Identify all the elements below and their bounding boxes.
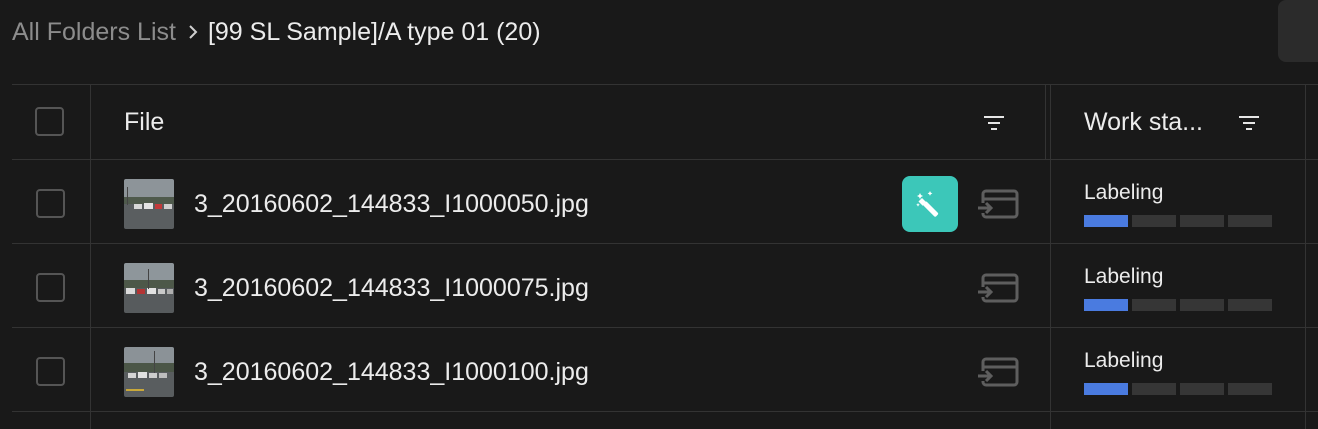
breadcrumb-current-folder: [99 SL Sample]/A type 01 (20) [207, 17, 541, 46]
column-divider [1050, 85, 1051, 429]
row-checkbox[interactable] [36, 357, 65, 386]
progress-segment [1228, 215, 1272, 227]
progress-segment [1180, 383, 1224, 395]
work-progress-bar [1084, 299, 1273, 311]
work-status-label: Labeling [1084, 265, 1164, 288]
breadcrumb-root-link[interactable]: All Folders List [12, 18, 176, 47]
send-to-icon[interactable] [977, 273, 1019, 305]
progress-segment [1132, 383, 1176, 395]
progress-segment [1132, 215, 1176, 227]
progress-segment [1228, 383, 1272, 395]
row-divider [12, 411, 1318, 412]
row-divider [12, 327, 1318, 328]
progress-segment [1084, 215, 1128, 227]
file-thumbnail[interactable] [124, 179, 174, 229]
send-to-icon[interactable] [977, 189, 1019, 221]
breadcrumb: All Folders List [99 SL Sample]/A type 0… [12, 14, 541, 50]
filter-icon[interactable] [1239, 115, 1259, 131]
progress-segment [1180, 299, 1224, 311]
work-progress-bar [1084, 383, 1273, 395]
select-all-checkbox[interactable] [35, 107, 64, 136]
file-thumbnail[interactable] [124, 263, 174, 313]
work-status-label: Labeling [1084, 349, 1164, 372]
progress-segment [1180, 215, 1224, 227]
column-divider [90, 85, 91, 429]
row-checkbox[interactable] [36, 189, 65, 218]
column-resize-handle[interactable] [1045, 85, 1046, 159]
filter-icon[interactable] [984, 115, 1004, 131]
file-thumbnail[interactable] [124, 347, 174, 397]
chevron-right-icon [188, 24, 198, 40]
row-divider [12, 243, 1318, 244]
column-header-file[interactable]: File [124, 107, 164, 137]
progress-segment [1228, 299, 1272, 311]
progress-segment [1084, 299, 1128, 311]
auto-label-button[interactable] [902, 176, 958, 232]
send-to-icon[interactable] [977, 357, 1019, 389]
file-table: File Work sta... 3_20160602_144833_I1000… [12, 84, 1318, 429]
progress-segment [1132, 299, 1176, 311]
progress-segment [1084, 383, 1128, 395]
column-header-work-status[interactable]: Work sta... [1084, 107, 1203, 137]
row-checkbox[interactable] [36, 273, 65, 302]
column-divider [1305, 85, 1306, 429]
row-divider [12, 159, 1318, 160]
file-name-link[interactable]: 3_20160602_144833_I1000050.jpg [194, 189, 589, 219]
magic-wand-icon [916, 191, 939, 217]
work-progress-bar [1084, 215, 1273, 227]
toolbar-button[interactable] [1278, 0, 1318, 62]
work-status-label: Labeling [1084, 181, 1164, 204]
file-name-link[interactable]: 3_20160602_144833_I1000100.jpg [194, 357, 589, 387]
file-name-link[interactable]: 3_20160602_144833_I1000075.jpg [194, 273, 589, 303]
